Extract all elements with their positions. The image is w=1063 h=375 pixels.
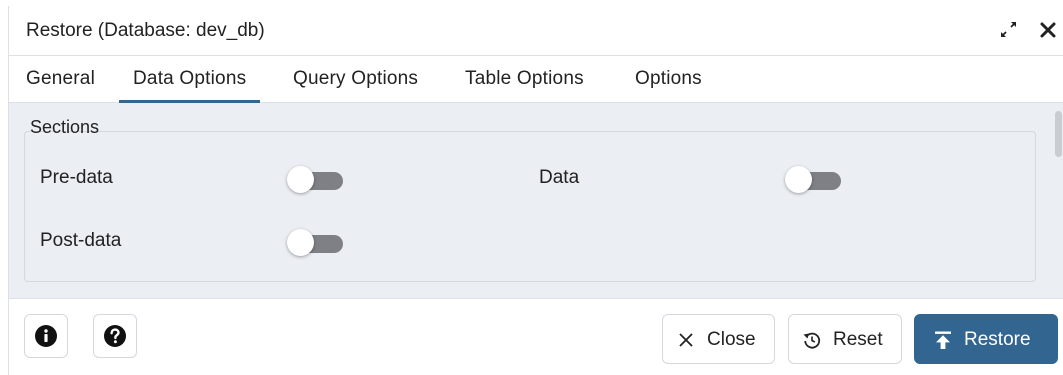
close-icon[interactable] <box>1036 18 1060 42</box>
reset-button[interactable]: Reset <box>788 314 902 364</box>
tab-general[interactable]: General <box>26 57 95 103</box>
pre-data-toggle[interactable] <box>287 165 345 193</box>
tab-table-options[interactable]: Table Options <box>465 57 584 103</box>
restore-button-label: Restore <box>964 329 1031 350</box>
help-icon <box>104 325 126 347</box>
dialog-footer: Close Reset Restore <box>9 298 1063 375</box>
upload-icon <box>935 331 951 349</box>
post-data-label: Post-data <box>40 230 122 251</box>
restore-button[interactable]: Restore <box>914 314 1058 364</box>
info-button[interactable] <box>24 314 68 358</box>
sections-fieldset <box>24 131 1036 282</box>
tab-bar: General Data Options Query Options Table… <box>9 57 1063 103</box>
reset-button-label: Reset <box>833 329 883 350</box>
x-icon <box>679 333 693 347</box>
vertical-scrollbar[interactable] <box>1054 103 1063 298</box>
tab-options[interactable]: Options <box>635 57 702 103</box>
toggle-knob <box>287 229 314 256</box>
tab-data-options[interactable]: Data Options <box>119 57 261 103</box>
tab-query-options[interactable]: Query Options <box>293 57 418 103</box>
close-button[interactable]: Close <box>662 314 775 364</box>
help-button[interactable] <box>93 314 137 358</box>
restore-dialog: Restore (Database: dev_db) General Data … <box>8 6 1063 375</box>
tab-content-panel: Sections Pre-data Data Post-data <box>9 103 1063 298</box>
dialog-titlebar[interactable]: Restore (Database: dev_db) <box>9 6 1063 56</box>
scrollbar-thumb[interactable] <box>1055 111 1062 157</box>
info-icon <box>35 325 57 347</box>
sections-legend: Sections <box>30 117 100 137</box>
reset-icon <box>803 332 821 349</box>
data-toggle[interactable] <box>785 165 843 193</box>
data-label: Data <box>539 167 580 188</box>
close-button-label: Close <box>707 329 756 350</box>
post-data-toggle[interactable] <box>287 228 345 256</box>
toggle-knob <box>785 166 812 193</box>
pre-data-label: Pre-data <box>40 167 113 188</box>
expand-icon[interactable] <box>997 18 1021 42</box>
dialog-title: Restore (Database: dev_db) <box>26 20 265 41</box>
toggle-knob <box>287 166 314 193</box>
